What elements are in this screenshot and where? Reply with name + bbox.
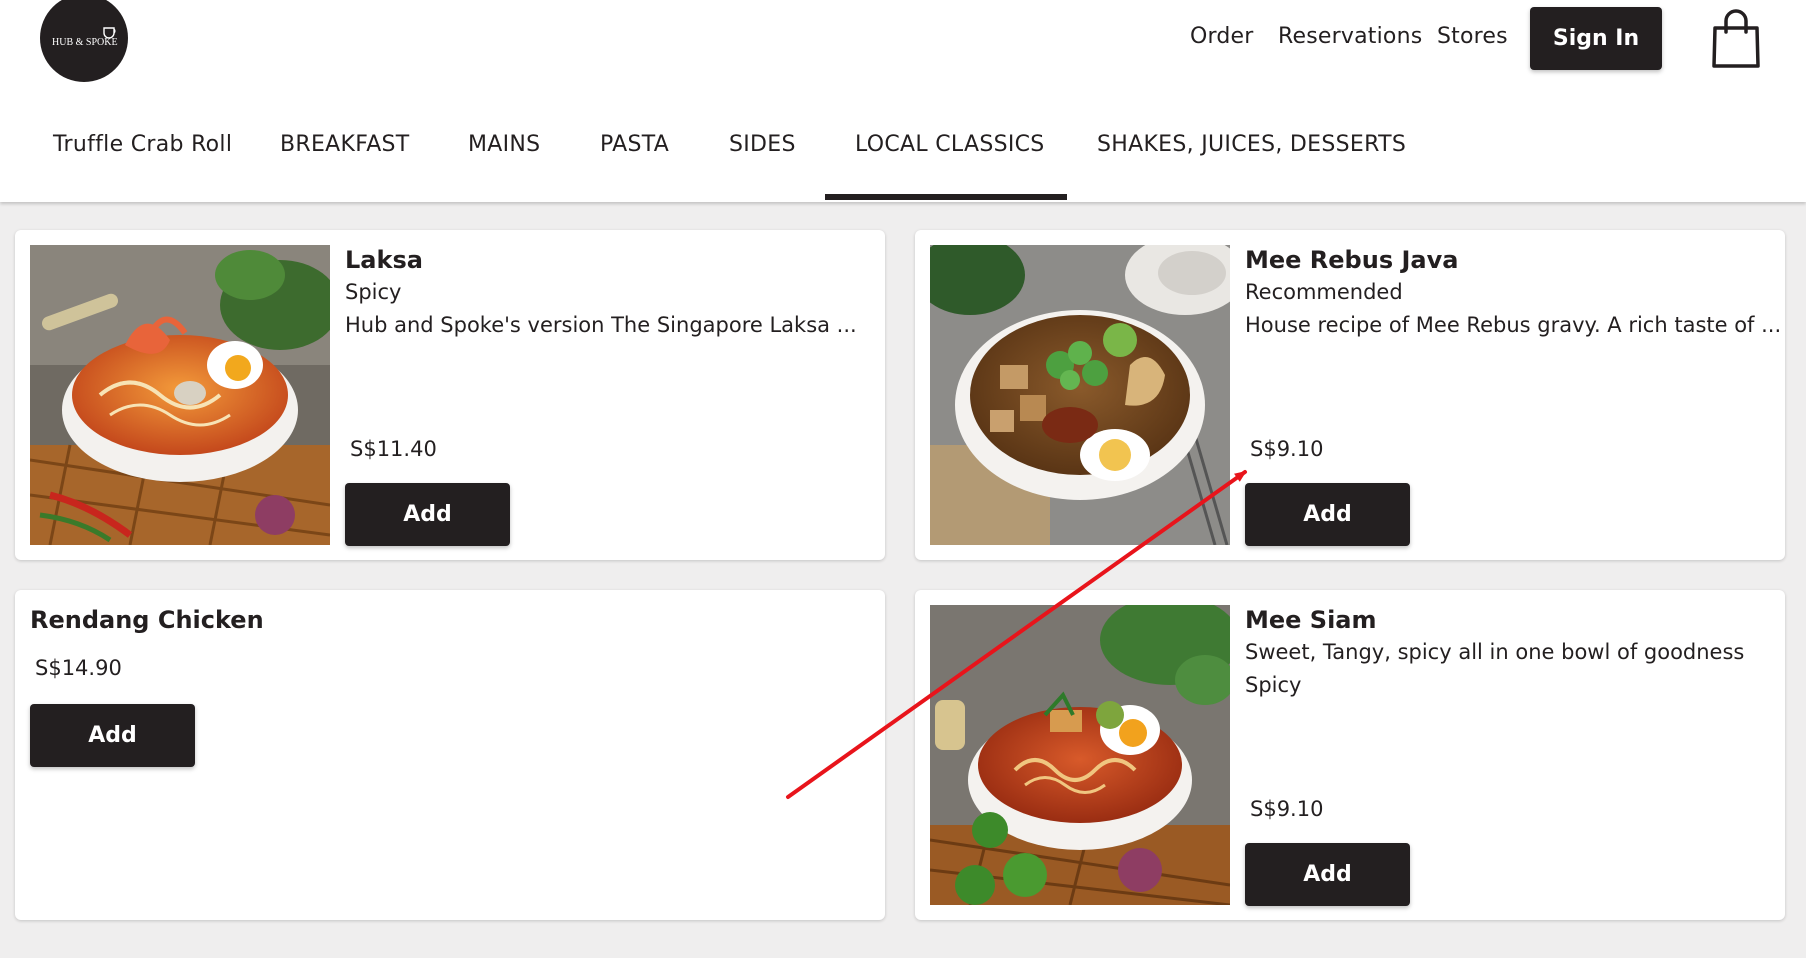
menu-item-card-rendang-chicken[interactable]: Rendang Chicken S$14.90 Add (15, 590, 885, 920)
site-header: HUB & SPOKE Order Reservations Stores Si… (0, 0, 1806, 202)
item-description: Sweet, Tangy, spicy all in one bowl of g… (1245, 640, 1745, 664)
tab-breakfast[interactable]: BREAKFAST (280, 132, 410, 157)
nav-reservations-link[interactable]: Reservations (1278, 24, 1422, 49)
item-price: S$9.10 (1250, 797, 1324, 821)
svg-text:HUB & SPOKE: HUB & SPOKE (52, 37, 118, 48)
item-name: Mee Siam (1245, 606, 1377, 634)
item-tag: Spicy (1245, 673, 1302, 697)
item-name: Mee Rebus Java (1245, 246, 1459, 274)
tab-sides[interactable]: SIDES (729, 132, 796, 157)
shopping-bag-icon[interactable] (1710, 8, 1762, 70)
item-description: Hub and Spoke's version The Singapore La… (345, 313, 857, 337)
item-price: S$11.40 (350, 437, 437, 461)
item-tag: Spicy (345, 280, 402, 304)
tab-shakes-juices-desserts[interactable]: SHAKES, JUICES, DESSERTS (1097, 132, 1406, 157)
tab-local-classics[interactable]: LOCAL CLASSICS (855, 132, 1045, 157)
add-to-cart-button[interactable]: Add (1245, 483, 1410, 546)
menu-item-card-laksa[interactable]: Laksa Spicy Hub and Spoke's version The … (15, 230, 885, 560)
tab-truffle-crab-roll[interactable]: Truffle Crab Roll (53, 132, 232, 157)
item-price: S$9.10 (1250, 437, 1324, 461)
menu-item-card-mee-rebus-java[interactable]: Mee Rebus Java Recommended House recipe … (915, 230, 1785, 560)
item-description: House recipe of Mee Rebus gravy. A rich … (1245, 313, 1782, 337)
active-tab-indicator (825, 194, 1067, 200)
item-tag: Recommended (1245, 280, 1403, 304)
sign-in-button[interactable]: Sign In (1530, 7, 1662, 70)
mee-rebus-java-dish-image[interactable] (930, 245, 1230, 545)
nav-stores-link[interactable]: Stores (1437, 24, 1508, 49)
hub-and-spoke-logo[interactable]: HUB & SPOKE (40, 0, 128, 82)
add-to-cart-button[interactable]: Add (1245, 843, 1410, 906)
tab-pasta[interactable]: PASTA (600, 132, 669, 157)
item-price: S$14.90 (35, 656, 122, 680)
category-tabs: Truffle Crab Roll BREAKFAST MAINS PASTA … (0, 110, 1806, 202)
tab-mains[interactable]: MAINS (468, 132, 540, 157)
add-to-cart-button[interactable]: Add (345, 483, 510, 546)
nav-order-link[interactable]: Order (1190, 24, 1254, 49)
add-to-cart-button[interactable]: Add (30, 704, 195, 767)
laksa-dish-image[interactable] (30, 245, 330, 545)
menu-item-card-mee-siam[interactable]: Mee Siam Sweet, Tangy, spicy all in one … (915, 590, 1785, 920)
item-name: Laksa (345, 246, 423, 274)
mee-siam-dish-image[interactable] (930, 605, 1230, 905)
item-name: Rendang Chicken (30, 606, 264, 634)
